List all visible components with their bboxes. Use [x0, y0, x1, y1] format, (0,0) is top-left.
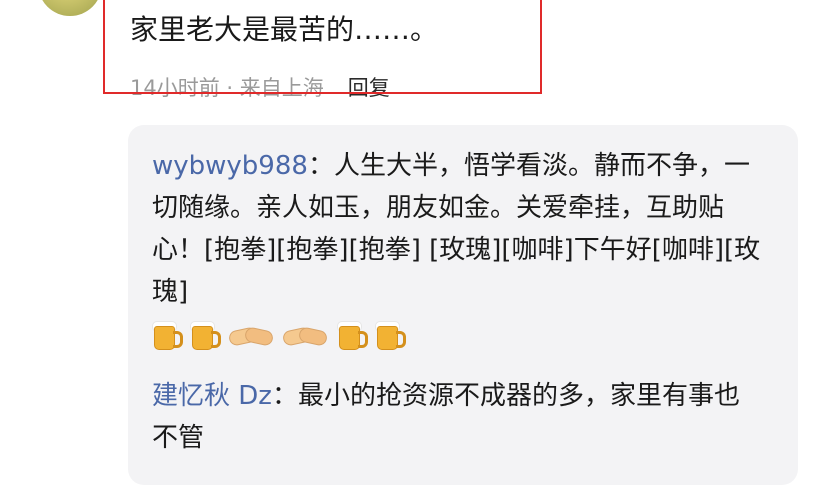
avatar[interactable] [38, 0, 102, 16]
beer-icon [152, 320, 183, 350]
reply-item: 建忆秋 Dz：最小的抢资源不成器的多，家里有事也不管 [152, 375, 762, 459]
reply-item: wybwyb988：人生大半，悟学看淡。静而不争，一切随缘。亲人如玉，朋友如金。… [152, 145, 762, 355]
reply-separator: ： [271, 381, 298, 411]
reply-username[interactable]: wybwyb988 [152, 151, 308, 181]
handshake-icon [281, 320, 329, 350]
reply-thread: wybwyb988：人生大半，悟学看淡。静而不争，一切随缘。亲人如玉，朋友如金。… [128, 125, 798, 485]
beer-icon [337, 320, 369, 350]
beer-icon [190, 320, 222, 350]
beer-icon [375, 320, 407, 350]
reply-separator: ： [307, 151, 334, 181]
handshake-icon [227, 320, 274, 350]
highlight-box [103, 0, 542, 94]
reply-username[interactable]: 建忆秋 Dz [152, 381, 272, 411]
emoji-row [152, 313, 762, 355]
